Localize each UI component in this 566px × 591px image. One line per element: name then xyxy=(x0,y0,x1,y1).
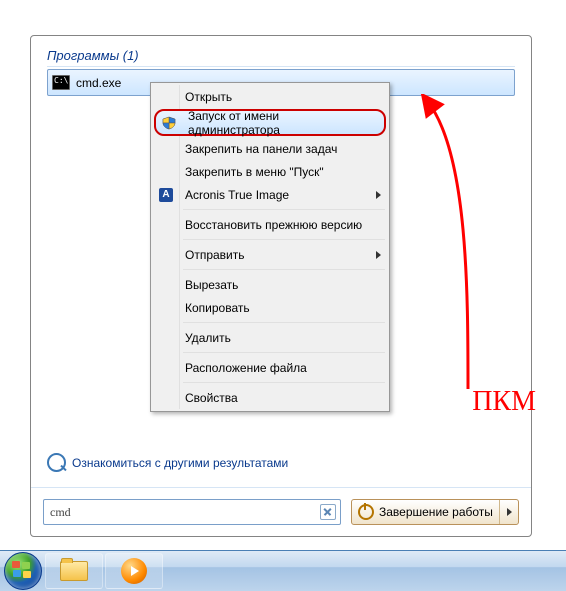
taskbar xyxy=(0,550,566,591)
ctx-properties-label: Свойства xyxy=(185,391,238,405)
uac-shield-icon xyxy=(161,115,177,131)
context-menu: Открыть Запуск от имени администратора З… xyxy=(150,82,390,412)
submenu-arrow-icon xyxy=(376,191,381,199)
ctx-send-to-label: Отправить xyxy=(185,248,245,262)
search-box[interactable] xyxy=(43,499,341,525)
ctx-acronis-label: Acronis True Image xyxy=(185,188,289,202)
shutdown-label: Завершение работы xyxy=(379,505,493,519)
ctx-restore-previous-label: Восстановить прежнюю версию xyxy=(185,218,362,232)
ctx-open[interactable]: Открыть xyxy=(153,85,387,108)
taskbar-explorer-button[interactable] xyxy=(45,553,103,589)
annotation-label: ПКМ xyxy=(472,386,536,418)
see-more-label: Ознакомиться с другими результатами xyxy=(72,456,288,470)
shutdown-button[interactable]: Завершение работы xyxy=(351,499,519,525)
ctx-pin-taskbar-label: Закрепить на панели задач xyxy=(185,142,337,156)
acronis-icon: A xyxy=(158,187,174,203)
ctx-restore-previous[interactable]: Восстановить прежнюю версию xyxy=(153,213,387,236)
ctx-separator xyxy=(183,209,385,210)
ctx-delete[interactable]: Удалить xyxy=(153,326,387,349)
ctx-run-as-admin[interactable]: Запуск от имени администратора xyxy=(154,109,386,136)
ctx-separator xyxy=(183,382,385,383)
results-group-header: Программы (1) xyxy=(47,48,515,67)
ctx-cut[interactable]: Вырезать xyxy=(153,273,387,296)
ctx-send-to[interactable]: Отправить xyxy=(153,243,387,266)
ctx-delete-label: Удалить xyxy=(185,331,231,345)
ctx-acronis[interactable]: A Acronis True Image xyxy=(153,183,387,206)
ctx-separator xyxy=(183,352,385,353)
chevron-right-icon xyxy=(507,508,512,516)
ctx-copy-label: Копировать xyxy=(185,301,250,315)
ctx-pin-start-label: Закрепить в меню "Пуск" xyxy=(185,165,324,179)
bottom-bar: Завершение работы xyxy=(31,487,531,536)
clear-search-icon[interactable] xyxy=(320,504,336,520)
ctx-separator xyxy=(183,269,385,270)
power-icon xyxy=(358,504,374,520)
folder-icon xyxy=(60,561,88,581)
windows-logo-icon xyxy=(12,561,32,579)
start-button[interactable] xyxy=(3,551,43,591)
ctx-properties[interactable]: Свойства xyxy=(153,386,387,409)
see-more-results-link[interactable]: Ознакомиться с другими результатами xyxy=(47,453,288,472)
ctx-separator xyxy=(183,239,385,240)
submenu-arrow-icon xyxy=(376,251,381,259)
ctx-open-location[interactable]: Расположение файла xyxy=(153,356,387,379)
result-item-label: cmd.exe xyxy=(76,76,121,90)
shutdown-options-arrow[interactable] xyxy=(499,500,518,524)
ctx-separator xyxy=(183,322,385,323)
ctx-copy[interactable]: Копировать xyxy=(153,296,387,319)
ctx-open-label: Открыть xyxy=(185,90,232,104)
search-input[interactable] xyxy=(48,504,320,521)
ctx-cut-label: Вырезать xyxy=(185,278,238,292)
search-icon xyxy=(47,453,66,472)
media-player-icon xyxy=(121,558,147,584)
ctx-run-as-admin-label: Запуск от имени администратора xyxy=(188,109,366,137)
ctx-pin-taskbar[interactable]: Закрепить на панели задач xyxy=(153,137,387,160)
ctx-open-location-label: Расположение файла xyxy=(185,361,307,375)
cmd-icon xyxy=(52,75,70,90)
ctx-pin-start[interactable]: Закрепить в меню "Пуск" xyxy=(153,160,387,183)
taskbar-media-player-button[interactable] xyxy=(105,553,163,589)
shutdown-main[interactable]: Завершение работы xyxy=(352,504,499,520)
